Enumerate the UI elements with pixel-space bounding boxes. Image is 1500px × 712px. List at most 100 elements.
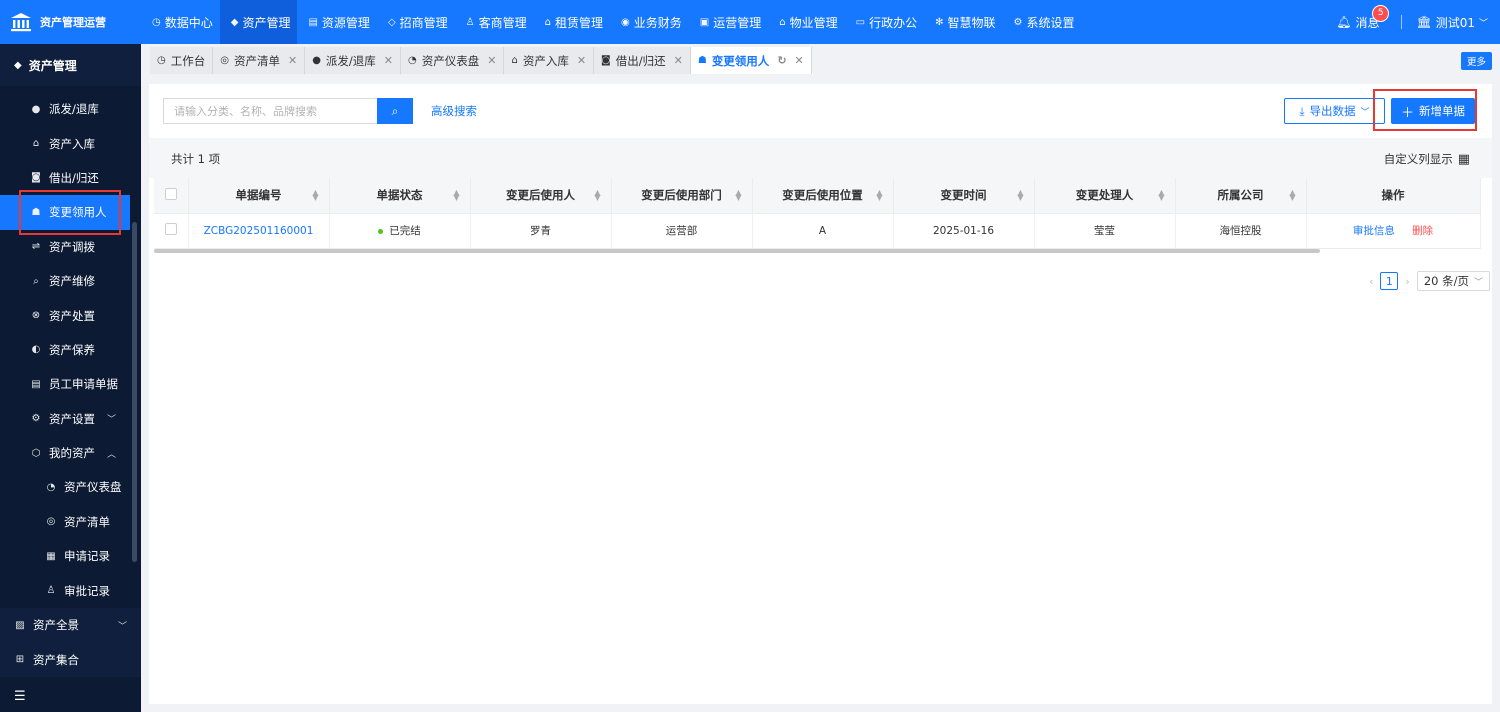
search-icon: ⌕ — [391, 103, 399, 118]
sidebar-item-approval-records[interactable]: ♙ 审批记录 — [0, 573, 130, 607]
cell-company: 海恒控股 — [1175, 213, 1307, 249]
main-content: 请输入分类、名称、品牌搜索 ⌕ 高级搜索 ⤓ 导出数据 ﹀ ＋ 新增单据 共计 … — [149, 84, 1492, 704]
sidebar-item-asset-inbound[interactable]: ⌂ 资产入库 — [0, 126, 130, 160]
sidebar-item-asset-collection[interactable]: ⊞ 资产集合 — [0, 642, 141, 676]
sort-icon[interactable]: ▲ ▼ — [312, 189, 318, 202]
close-icon[interactable]: ✕ — [487, 54, 496, 67]
menu-fold-icon[interactable]: ☰ — [14, 689, 26, 704]
cell-handler: 莹莹 — [1034, 213, 1176, 249]
sidebar-item-asset-settings[interactable]: ⚙ 资产设置 ﹀ — [0, 402, 130, 436]
column-header-status[interactable]: 单据状态 ▲ ▼ — [329, 178, 471, 214]
cell-actions: 审批信息 删除 — [1306, 213, 1481, 249]
brand-title: 资产管理运营 — [40, 16, 106, 29]
approval-info-link[interactable]: 审批信息 — [1353, 225, 1395, 237]
sidebar-item-asset-dashboard[interactable]: ◔ 资产仪表盘 — [0, 470, 130, 504]
sidebar-item-label: 资产维修 — [49, 274, 95, 289]
cube-icon: ◆ — [230, 16, 239, 28]
column-header-new-user[interactable]: 变更后使用人 ▲ ▼ — [470, 178, 612, 214]
panorama-icon: ▨ — [15, 619, 25, 631]
tab-asset-inbound[interactable]: ⌂ 资产入库 ✕ — [504, 47, 595, 74]
table-header-row: 单据编号 ▲ ▼ 单据状态 ▲ ▼ 变更后使用人 ▲ ▼ 变更后使用部门 ▲ ▼ 变更后使用位置… — [154, 178, 1481, 214]
new-document-button[interactable]: ＋ 新增单据 — [1391, 98, 1475, 124]
topnav-item-asset-management[interactable]: ◆ 资产管理 — [219, 0, 298, 44]
record-icon: ▦ — [46, 550, 56, 562]
search-button[interactable]: ⌕ — [377, 98, 413, 124]
page-number[interactable]: 1 — [1380, 272, 1399, 290]
close-icon[interactable]: ✕ — [384, 54, 393, 67]
tab-dispatch-return[interactable]: ● 派发/退库 ✕ — [305, 47, 402, 74]
export-data-button[interactable]: ⤓ 导出数据 ﹀ — [1284, 98, 1385, 124]
select-all-checkbox[interactable] — [164, 187, 177, 200]
dashboard-icon: ◷ — [152, 16, 161, 28]
sidebar-item-asset-maintenance[interactable]: ◐ 资产保养 — [0, 333, 130, 367]
scrollbar-thumb[interactable] — [132, 222, 137, 562]
tab-asset-dashboard[interactable]: ◔ 资产仪表盘 ✕ — [401, 47, 505, 74]
topnav-item-lease-management[interactable]: ⌂ 租赁管理 — [534, 0, 610, 44]
sidebar-header[interactable]: ◆ 资产管理 — [0, 44, 141, 86]
topnav-item-investment-management[interactable]: ◇ 招商管理 — [377, 0, 455, 44]
sidebar-item-application-records[interactable]: ▦ 申请记录 — [0, 539, 130, 573]
sidebar-item-employee-application[interactable]: ▤ 员工申请单据 — [0, 367, 130, 401]
sidebar-item-borrow-return[interactable]: ◙ 借出/归还 — [0, 161, 130, 195]
tab-workbench[interactable]: ◷ 工作台 — [150, 47, 214, 74]
sort-icon[interactable]: ▲ ▼ — [876, 189, 882, 202]
delete-link[interactable]: 删除 — [1412, 225, 1433, 237]
list-icon: ◎ — [220, 55, 229, 66]
close-icon[interactable]: ✕ — [577, 54, 586, 67]
sidebar-item-asset-panorama[interactable]: ▨ 资产全景 ﹀ — [0, 608, 141, 642]
sort-icon[interactable]: ▲ ▼ — [594, 189, 600, 202]
topnav-item-admin-office[interactable]: ▭ 行政办公 — [845, 0, 924, 44]
topnav-item-merchant-management[interactable]: ♙ 客商管理 — [455, 0, 534, 44]
sidebar-item-asset-transfer[interactable]: ⇌ 资产调拨 — [0, 230, 130, 264]
topnav-item-resource-management[interactable]: ▤ 资源管理 — [297, 0, 376, 44]
sidebar-item-asset-list[interactable]: ◎ 资产清单 — [0, 505, 130, 539]
sort-icon[interactable]: ▲ ▼ — [1158, 189, 1164, 202]
status-badge: 已完结 — [389, 225, 421, 237]
row-checkbox[interactable] — [164, 223, 177, 235]
close-icon[interactable]: ✕ — [674, 54, 683, 67]
column-header-new-location[interactable]: 变更后使用位置 ▲ ▼ — [752, 178, 894, 214]
topnav-label: 资产管理 — [242, 15, 291, 30]
sidebar-scrollbar[interactable] — [130, 92, 141, 652]
tab-change-user[interactable]: ☗ 变更领用人 ↻ ✕ — [690, 47, 812, 74]
tab-asset-list[interactable]: ◎ 资产清单 ✕ — [213, 47, 306, 74]
prev-page-icon[interactable]: ‹ — [1369, 275, 1373, 288]
sidebar-item-dispatch-return[interactable]: ● 派发/退库 — [0, 92, 130, 126]
topnav-item-data-center[interactable]: ◷ 数据中心 — [141, 0, 220, 44]
advanced-search-link[interactable]: 高级搜索 — [431, 103, 477, 119]
column-header-change-time[interactable]: 变更时间 ▲ ▼ — [893, 178, 1035, 214]
topnav-item-property-management[interactable]: ⌂ 物业管理 — [768, 0, 844, 44]
sort-icon[interactable]: ▲ ▼ — [1017, 189, 1023, 202]
more-tabs-button[interactable]: 更多 — [1460, 52, 1492, 70]
topnav-item-smart-iot[interactable]: ✻ 智慧物联 — [924, 0, 1002, 44]
tab-borrow-return[interactable]: ◙ 借出/归还 ✕ — [594, 47, 691, 74]
close-icon[interactable]: ✕ — [288, 54, 297, 67]
sidebar-item-change-user[interactable]: ☗ 变更领用人 — [0, 195, 130, 230]
refresh-icon[interactable]: ↻ — [777, 54, 786, 67]
search-input[interactable]: 请输入分类、名称、品牌搜索 — [163, 98, 377, 124]
column-header-new-dept[interactable]: 变更后使用部门 ▲ ▼ — [611, 178, 753, 214]
topnav-item-business-finance[interactable]: ◉ 业务财务 — [610, 0, 689, 44]
close-icon[interactable]: ✕ — [795, 54, 804, 67]
topnav-item-system-settings[interactable]: ⚙ 系统设置 — [1002, 0, 1081, 44]
gear-icon: ⚙ — [1013, 16, 1023, 28]
topnav-item-operation-management[interactable]: ▣ 运营管理 — [689, 0, 768, 44]
sidebar-item-asset-repair[interactable]: ⌕ 资产维修 — [0, 264, 130, 298]
horizontal-scrollbar[interactable] — [154, 249, 1320, 253]
messages-button[interactable]: 🔔︎ 消息 5 — [1336, 4, 1390, 31]
brand[interactable]: 资产管理运营 — [0, 0, 141, 44]
column-header-handler[interactable]: 变更处理人 ▲ ▼ — [1034, 178, 1176, 214]
maintain-icon: ◐ — [31, 344, 41, 356]
sort-icon[interactable]: ▲ ▼ — [735, 189, 741, 202]
column-header-company[interactable]: 所属公司 ▲ ▼ — [1175, 178, 1307, 214]
column-header-doc-no[interactable]: 单据编号 ▲ ▼ — [188, 178, 330, 214]
sidebar-item-asset-disposal[interactable]: ⊗ 资产处置 — [0, 298, 130, 332]
doc-no-link[interactable]: ZCBG202501160001 — [204, 225, 314, 237]
custom-columns-button[interactable]: 自定义列显示 ▦ — [1384, 151, 1470, 167]
user-menu[interactable]: 🏛︎ 测试01 ﹀ — [1416, 14, 1488, 31]
sort-icon[interactable]: ▲ ▼ — [453, 189, 459, 202]
page-size-select[interactable]: 20 条/页 ﹀ — [1416, 271, 1490, 291]
sidebar-item-my-assets[interactable]: ⬡ 我的资产 ︿ — [0, 436, 130, 470]
sort-icon[interactable]: ▲ ▼ — [1289, 189, 1295, 202]
next-page-icon[interactable]: › — [1405, 275, 1409, 288]
